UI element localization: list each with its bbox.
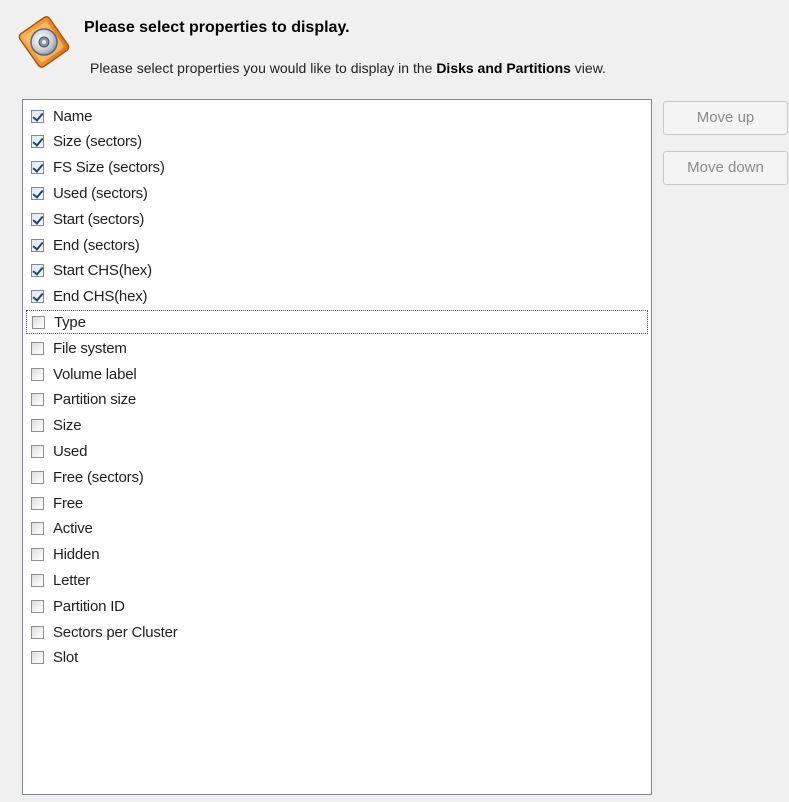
property-checkbox[interactable] xyxy=(31,290,44,304)
property-checkbox[interactable] xyxy=(31,367,44,381)
subtitle-suffix: view. xyxy=(574,60,606,76)
property-checkbox[interactable] xyxy=(31,186,44,200)
page-subtitle: Please select properties you would like … xyxy=(90,60,606,76)
property-label: Free (sectors) xyxy=(53,468,144,486)
property-label: Partition ID xyxy=(53,597,125,615)
property-checkbox[interactable] xyxy=(31,161,44,175)
list-item[interactable]: FS Size (sectors) xyxy=(26,156,648,180)
property-label: Hidden xyxy=(53,546,100,564)
move-up-button[interactable]: Move up xyxy=(663,101,788,135)
list-item[interactable]: Start (sectors) xyxy=(26,207,648,231)
property-checkbox[interactable] xyxy=(31,496,44,510)
list-item[interactable]: Size xyxy=(26,414,648,438)
list-item[interactable]: Size (sectors) xyxy=(26,130,648,154)
property-label: FS Size (sectors) xyxy=(53,159,165,177)
property-checkbox[interactable] xyxy=(31,135,44,149)
property-checkbox[interactable] xyxy=(31,573,44,587)
property-label: Type xyxy=(54,313,86,331)
property-checkbox[interactable] xyxy=(31,212,44,226)
properties-listbox[interactable]: Name Size (sectors) FS Size (sectors) Used … xyxy=(22,99,652,795)
list-item[interactable]: Hidden xyxy=(26,543,648,567)
property-label: Used xyxy=(53,442,88,460)
subtitle-prefix: Please select properties you would like … xyxy=(90,60,433,76)
property-label: Size (sectors) xyxy=(53,133,142,151)
property-label: Volume label xyxy=(53,365,137,383)
list-item[interactable]: Name xyxy=(26,104,648,128)
property-checkbox[interactable] xyxy=(31,109,44,123)
property-label: Active xyxy=(53,520,93,538)
list-item[interactable]: Partition size xyxy=(26,388,648,412)
property-label: Sectors per Cluster xyxy=(53,623,178,641)
property-checkbox[interactable] xyxy=(31,599,44,613)
list-item[interactable]: Partition ID xyxy=(26,594,648,618)
list-item[interactable]: Used (sectors) xyxy=(26,181,648,205)
property-checkbox[interactable] xyxy=(31,444,44,458)
property-checkbox[interactable] xyxy=(31,419,44,433)
list-item[interactable]: Active xyxy=(26,517,648,541)
property-checkbox[interactable] xyxy=(31,393,44,407)
property-label: Used (sectors) xyxy=(53,184,148,202)
property-label: Name xyxy=(53,107,93,125)
property-label: Partition size xyxy=(53,391,137,409)
list-item[interactable]: Free xyxy=(26,491,648,515)
subtitle-view-name: Disks and Partitions xyxy=(436,60,571,76)
list-item[interactable]: Letter xyxy=(26,568,648,592)
property-checkbox[interactable] xyxy=(32,315,45,329)
list-item[interactable]: Volume label xyxy=(26,362,648,386)
property-checkbox[interactable] xyxy=(31,548,44,562)
property-label: Slot xyxy=(53,649,79,667)
property-label: Start CHS(hex) xyxy=(53,262,152,280)
list-item[interactable]: Slot xyxy=(26,646,648,670)
property-checkbox[interactable] xyxy=(31,522,44,536)
property-label: End CHS(hex) xyxy=(53,288,148,306)
list-item[interactable]: End (sectors) xyxy=(26,233,648,257)
list-item[interactable]: File system xyxy=(26,336,648,360)
page-title: Please select properties to display. xyxy=(84,19,350,36)
property-checkbox[interactable] xyxy=(31,238,44,252)
property-checkbox[interactable] xyxy=(31,341,44,355)
property-checkbox[interactable] xyxy=(31,651,44,665)
property-label: End (sectors) xyxy=(53,236,140,254)
list-item[interactable]: Free (sectors) xyxy=(26,465,648,489)
move-down-button[interactable]: Move down xyxy=(663,151,788,185)
dialog-header: Please select properties to display. Ple… xyxy=(0,0,789,94)
property-label: Letter xyxy=(53,571,91,589)
list-item[interactable]: Used xyxy=(26,439,648,463)
property-checkbox[interactable] xyxy=(31,625,44,639)
property-checkbox[interactable] xyxy=(31,470,44,484)
property-label: Size xyxy=(53,417,82,435)
property-checkbox[interactable] xyxy=(31,264,44,278)
property-label: Free xyxy=(53,494,84,512)
disk-properties-icon xyxy=(18,16,70,68)
list-item[interactable]: End CHS(hex) xyxy=(26,285,648,309)
property-label: Start (sectors) xyxy=(53,210,145,228)
list-item[interactable]: Sectors per Cluster xyxy=(26,620,648,644)
list-item[interactable]: Type xyxy=(26,310,648,335)
property-label: File system xyxy=(53,339,127,357)
list-item[interactable]: Start CHS(hex) xyxy=(26,259,648,283)
